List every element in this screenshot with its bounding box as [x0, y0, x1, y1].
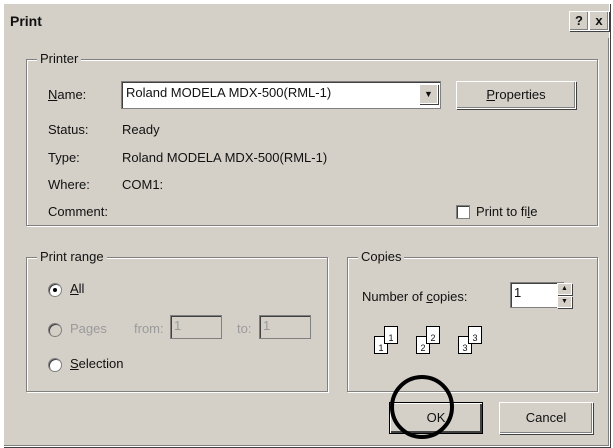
- highlight-circle: [390, 375, 454, 439]
- selection-radio[interactable]: [48, 358, 62, 372]
- to-label: to:: [237, 321, 252, 336]
- spin-up-icon[interactable]: ▲: [557, 283, 572, 295]
- printer-name-select[interactable]: Roland MODELA MDX-500(RML-1) ▼: [121, 81, 441, 109]
- all-radio-label[interactable]: All: [70, 281, 84, 296]
- to-value: 1: [263, 318, 271, 333]
- dropdown-arrow-icon[interactable]: ▼: [419, 84, 438, 104]
- print-to-file-label[interactable]: Print to file: [476, 204, 537, 219]
- help-button[interactable]: ?: [569, 11, 589, 31]
- number-of-copies-label: Number of copies:: [362, 289, 468, 304]
- copies-group: Copies: [347, 249, 598, 392]
- from-label: from:: [134, 321, 164, 336]
- selection-radio-label[interactable]: Selection: [70, 356, 123, 371]
- copies-group-label: Copies: [358, 249, 405, 264]
- status-label: Status:: [48, 122, 89, 137]
- close-button[interactable]: x: [589, 11, 609, 31]
- type-value: Roland MODELA MDX-500(RML-1): [122, 150, 328, 165]
- window-title: Print: [10, 13, 42, 29]
- from-value: 1: [174, 318, 182, 333]
- pages-radio-label[interactable]: Pages: [70, 321, 107, 336]
- pages-radio[interactable]: [48, 323, 62, 337]
- printer-name-value: Roland MODELA MDX-500(RML-1): [126, 85, 332, 100]
- where-value: COM1:: [122, 177, 164, 192]
- cancel-button[interactable]: Cancel: [499, 402, 593, 434]
- collate-page: 3: [468, 326, 482, 344]
- printer-group-label: Printer: [37, 51, 82, 66]
- type-label: Type:: [48, 150, 80, 165]
- print-dialog: Print ? x Printer Name: Roland MODELA MD…: [3, 3, 610, 447]
- printer-name-label: Name:: [48, 87, 87, 102]
- copies-spinner[interactable]: ▲ ▼: [557, 283, 572, 308]
- to-field[interactable]: 1: [259, 315, 311, 339]
- print-range-group-label: Print range: [37, 249, 107, 264]
- status-value: Ready: [122, 122, 160, 137]
- collate-page: 2: [426, 326, 440, 344]
- all-radio[interactable]: [48, 283, 62, 297]
- copies-input[interactable]: 1: [510, 282, 564, 308]
- properties-button[interactable]: Properties: [456, 81, 576, 109]
- where-label: Where:: [48, 177, 90, 192]
- comment-label: Comment:: [48, 204, 108, 219]
- collate-page: 1: [384, 326, 398, 344]
- from-field[interactable]: 1: [170, 315, 222, 339]
- print-to-file-checkbox[interactable]: [456, 205, 470, 219]
- copies-value: 1: [514, 285, 522, 300]
- spin-down-icon[interactable]: ▼: [557, 296, 572, 308]
- title-bar: Print ? x: [4, 4, 609, 38]
